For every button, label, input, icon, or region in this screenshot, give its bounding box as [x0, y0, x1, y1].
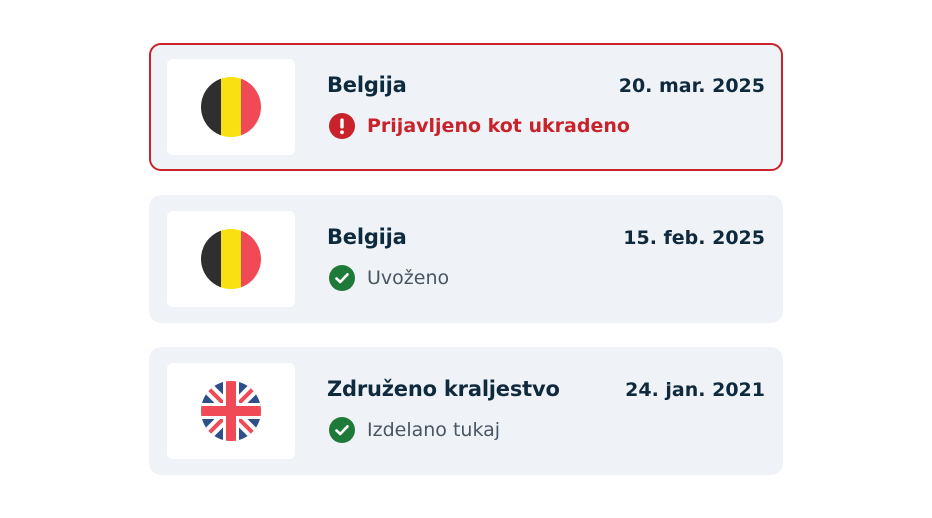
status-label: Izdelano tukaj: [367, 419, 501, 441]
status-row: Izdelano tukaj: [329, 417, 500, 443]
exclamation-circle-icon: [329, 113, 355, 139]
vehicle-history-list: Belgija 20. mar. 2025 Prijavljeno kot uk…: [149, 43, 783, 499]
country-name: Belgija: [327, 225, 407, 249]
check-circle-icon: [329, 265, 355, 291]
status-row: Uvoženo: [329, 265, 449, 291]
history-card[interactable]: Belgija 15. feb. 2025 Uvoženo: [149, 195, 783, 323]
status-label: Uvoženo: [367, 267, 450, 289]
country-name: Belgija: [327, 73, 407, 97]
flag-container: [167, 363, 295, 459]
uk-flag-icon: [201, 381, 261, 441]
entry-date: 24. jan. 2021: [625, 379, 765, 401]
belgium-flag-icon: [201, 229, 261, 289]
history-card[interactable]: Združeno kraljestvo 24. jan. 2021 Izdela…: [149, 347, 783, 475]
status-row: Prijavljeno kot ukradeno: [329, 113, 630, 139]
flag-container: [167, 211, 295, 307]
flag-container: [167, 59, 295, 155]
belgium-flag-icon: [201, 77, 261, 137]
country-name: Združeno kraljestvo: [327, 377, 560, 401]
check-circle-icon: [329, 417, 355, 443]
history-card-alert[interactable]: Belgija 20. mar. 2025 Prijavljeno kot uk…: [149, 43, 783, 171]
entry-date: 15. feb. 2025: [623, 227, 765, 249]
entry-date: 20. mar. 2025: [618, 75, 765, 97]
status-label: Prijavljeno kot ukradeno: [367, 115, 630, 137]
